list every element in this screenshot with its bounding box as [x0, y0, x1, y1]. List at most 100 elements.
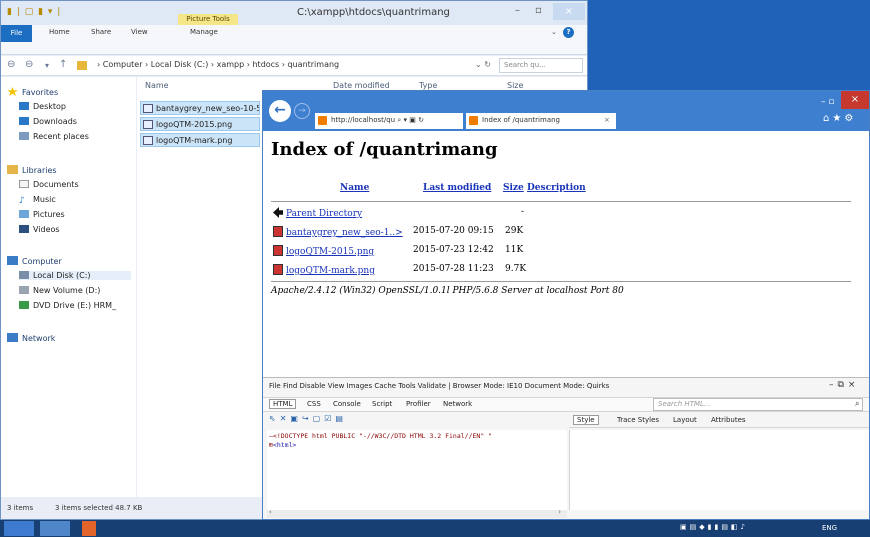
search-icon[interactable]: ⌕ ▾ ▣ ↻ [397, 116, 424, 124]
sort-name-link[interactable]: Name [340, 183, 369, 193]
tab-network[interactable]: Network [443, 400, 472, 408]
back-button[interactable]: ← [269, 100, 291, 122]
column-name[interactable]: Name [145, 81, 169, 90]
file-row[interactable]: bantaygrey_new_seo-10-51 [140, 101, 260, 115]
tab-file[interactable]: File [1, 25, 32, 42]
nav-new-volume-d-label: New Volume (D:) [33, 286, 101, 295]
site-favicon-icon [469, 116, 478, 125]
tab-trace-styles[interactable]: Trace Styles [617, 416, 659, 424]
taskbar-xampp-button[interactable] [82, 521, 96, 536]
nav-documents[interactable]: Documents [19, 180, 79, 189]
html-node[interactable]: ⊞<html> [269, 441, 565, 450]
horizontal-scrollbar[interactable]: ‹ › [267, 508, 567, 518]
nav-favorites[interactable]: Favorites [7, 87, 58, 97]
divider [271, 281, 851, 282]
minimize-icon[interactable]: – [515, 5, 520, 16]
tab-html[interactable]: HTML [269, 399, 297, 409]
html-search-input[interactable]: Search HTML... [653, 398, 863, 411]
search-input[interactable]: Search qu... [499, 58, 583, 73]
image-file-icon [273, 245, 283, 256]
doctype-node[interactable]: —<!DOCTYPE html PUBLIC "-//W3C//DTD HTML… [269, 432, 565, 441]
devtools-window-controls[interactable]: –⧉× [829, 380, 859, 390]
quick-access-toolbar[interactable]: ▮ | ▢ ▮ ▾ | [7, 7, 61, 17]
file-link[interactable]: logoQTM-mark.png [286, 266, 375, 276]
back-icon[interactable]: ⊖ [7, 59, 15, 70]
parent-directory-link[interactable]: Parent Directory [286, 209, 362, 219]
recent-locations-icon[interactable]: ▾ [45, 61, 49, 70]
desktop-icon [19, 102, 29, 110]
close-button[interactable]: × [553, 3, 585, 20]
nav-recent-places[interactable]: Recent places [19, 132, 89, 141]
help-icon[interactable]: ? [563, 27, 574, 38]
tab-script[interactable]: Script [372, 400, 392, 408]
file-row[interactable]: logoQTM-2015.png [140, 117, 260, 131]
column-type[interactable]: Type [419, 81, 437, 90]
file-row[interactable]: logoQTM-mark.png [140, 133, 260, 147]
tab-share[interactable]: Share [91, 28, 111, 36]
nav-videos[interactable]: Videos [19, 225, 60, 234]
nav-network[interactable]: Network [7, 333, 55, 343]
pictures-icon [19, 210, 29, 218]
file-link[interactable]: bantaygrey_new_seo-1..> [286, 228, 403, 238]
nav-new-volume-d[interactable]: New Volume (D:) [19, 286, 100, 295]
nav-libraries[interactable]: Libraries [7, 165, 57, 175]
taskbar-app-button[interactable] [4, 521, 34, 536]
tab-style[interactable]: Style [573, 415, 599, 425]
scroll-left-icon[interactable]: ‹ [269, 508, 272, 516]
sort-size-link[interactable]: Size [503, 183, 524, 193]
sort-description-link[interactable]: Description [527, 183, 586, 193]
file-name: logoQTM-mark.png [156, 136, 233, 145]
image-file-icon [273, 226, 283, 237]
ribbon-expand-icon[interactable]: ⌄ [551, 28, 557, 36]
refresh-icon[interactable]: ⌄ ↻ [475, 60, 491, 69]
close-tab-icon[interactable]: × [604, 116, 610, 124]
nav-pictures[interactable]: Pictures [19, 210, 65, 219]
up-icon[interactable]: ↑ [59, 59, 67, 70]
tab-manage[interactable]: Manage [190, 28, 218, 36]
file-link[interactable]: logoQTM-2015.png [286, 247, 374, 257]
page-heading: Index of /quantrimang [271, 139, 498, 160]
nav-desktop[interactable]: Desktop [19, 102, 66, 111]
nav-favorites-label: Favorites [22, 88, 59, 97]
column-size[interactable]: Size [507, 81, 523, 90]
tab-view[interactable]: View [131, 28, 148, 36]
tab-console[interactable]: Console [333, 400, 361, 408]
breadcrumb[interactable]: › Computer › Local Disk (C:) › xampp › h… [97, 60, 339, 69]
nav-downloads[interactable]: Downloads [19, 117, 77, 126]
home-star-gear-icon[interactable]: ⌂★⚙ [823, 113, 856, 124]
explorer-title: C:\xampp\htdocs\quantrimang [297, 7, 450, 18]
status-item-count: 3 items [7, 504, 34, 512]
close-button[interactable]: × [841, 91, 869, 109]
sort-modified-link[interactable]: Last modified [423, 183, 491, 193]
html-tree[interactable]: —<!DOCTYPE html PUBLIC "-//W3C//DTD HTML… [267, 430, 567, 510]
forward-icon[interactable]: ⊖ [25, 59, 33, 70]
tab-profiler[interactable]: Profiler [406, 400, 431, 408]
server-signature: Apache/2.4.12 (Win32) OpenSSL/1.0.1l PHP… [271, 286, 624, 296]
tab-home[interactable]: Home [49, 28, 70, 36]
maximize-icon[interactable]: ▫ [535, 5, 542, 16]
nav-dvd-drive-e[interactable]: DVD Drive (E:) HRM_ [19, 301, 116, 310]
scroll-right-icon[interactable]: › [558, 508, 561, 516]
back-arrow-icon [273, 207, 283, 218]
tab-attributes[interactable]: Attributes [711, 416, 746, 424]
devtools-menu[interactable]: File Find Disable View Images Cache Tool… [269, 382, 609, 390]
nav-computer[interactable]: Computer [7, 256, 62, 266]
taskbar: ▣▤◆▮▮▤◧♪ ENG [0, 520, 870, 537]
language-indicator[interactable]: ENG [822, 524, 837, 532]
nav-local-disk-c[interactable]: Local Disk (C:) [19, 271, 131, 280]
picture-tools-tab[interactable]: Picture Tools [178, 14, 238, 25]
tab-index[interactable]: Index of /quantrimang × [466, 113, 616, 129]
documents-icon [19, 180, 29, 188]
minimize-icon[interactable]: – ▫ [821, 97, 834, 107]
forward-button[interactable]: → [294, 103, 310, 119]
url-bar[interactable]: http://localhost/qu ⌕ ▾ ▣ ↻ [315, 113, 463, 129]
nav-music[interactable]: ♪ Music [19, 195, 56, 206]
tab-layout[interactable]: Layout [673, 416, 697, 424]
search-icon[interactable]: ⌕ [855, 399, 859, 409]
taskbar-explorer-button[interactable] [40, 521, 70, 536]
drive-icon [19, 286, 29, 294]
tab-css[interactable]: CSS [307, 400, 321, 408]
dvd-icon [19, 301, 29, 309]
system-tray-icons[interactable]: ▣▤◆▮▮▤◧♪ [680, 523, 748, 531]
column-date[interactable]: Date modified [333, 81, 390, 90]
